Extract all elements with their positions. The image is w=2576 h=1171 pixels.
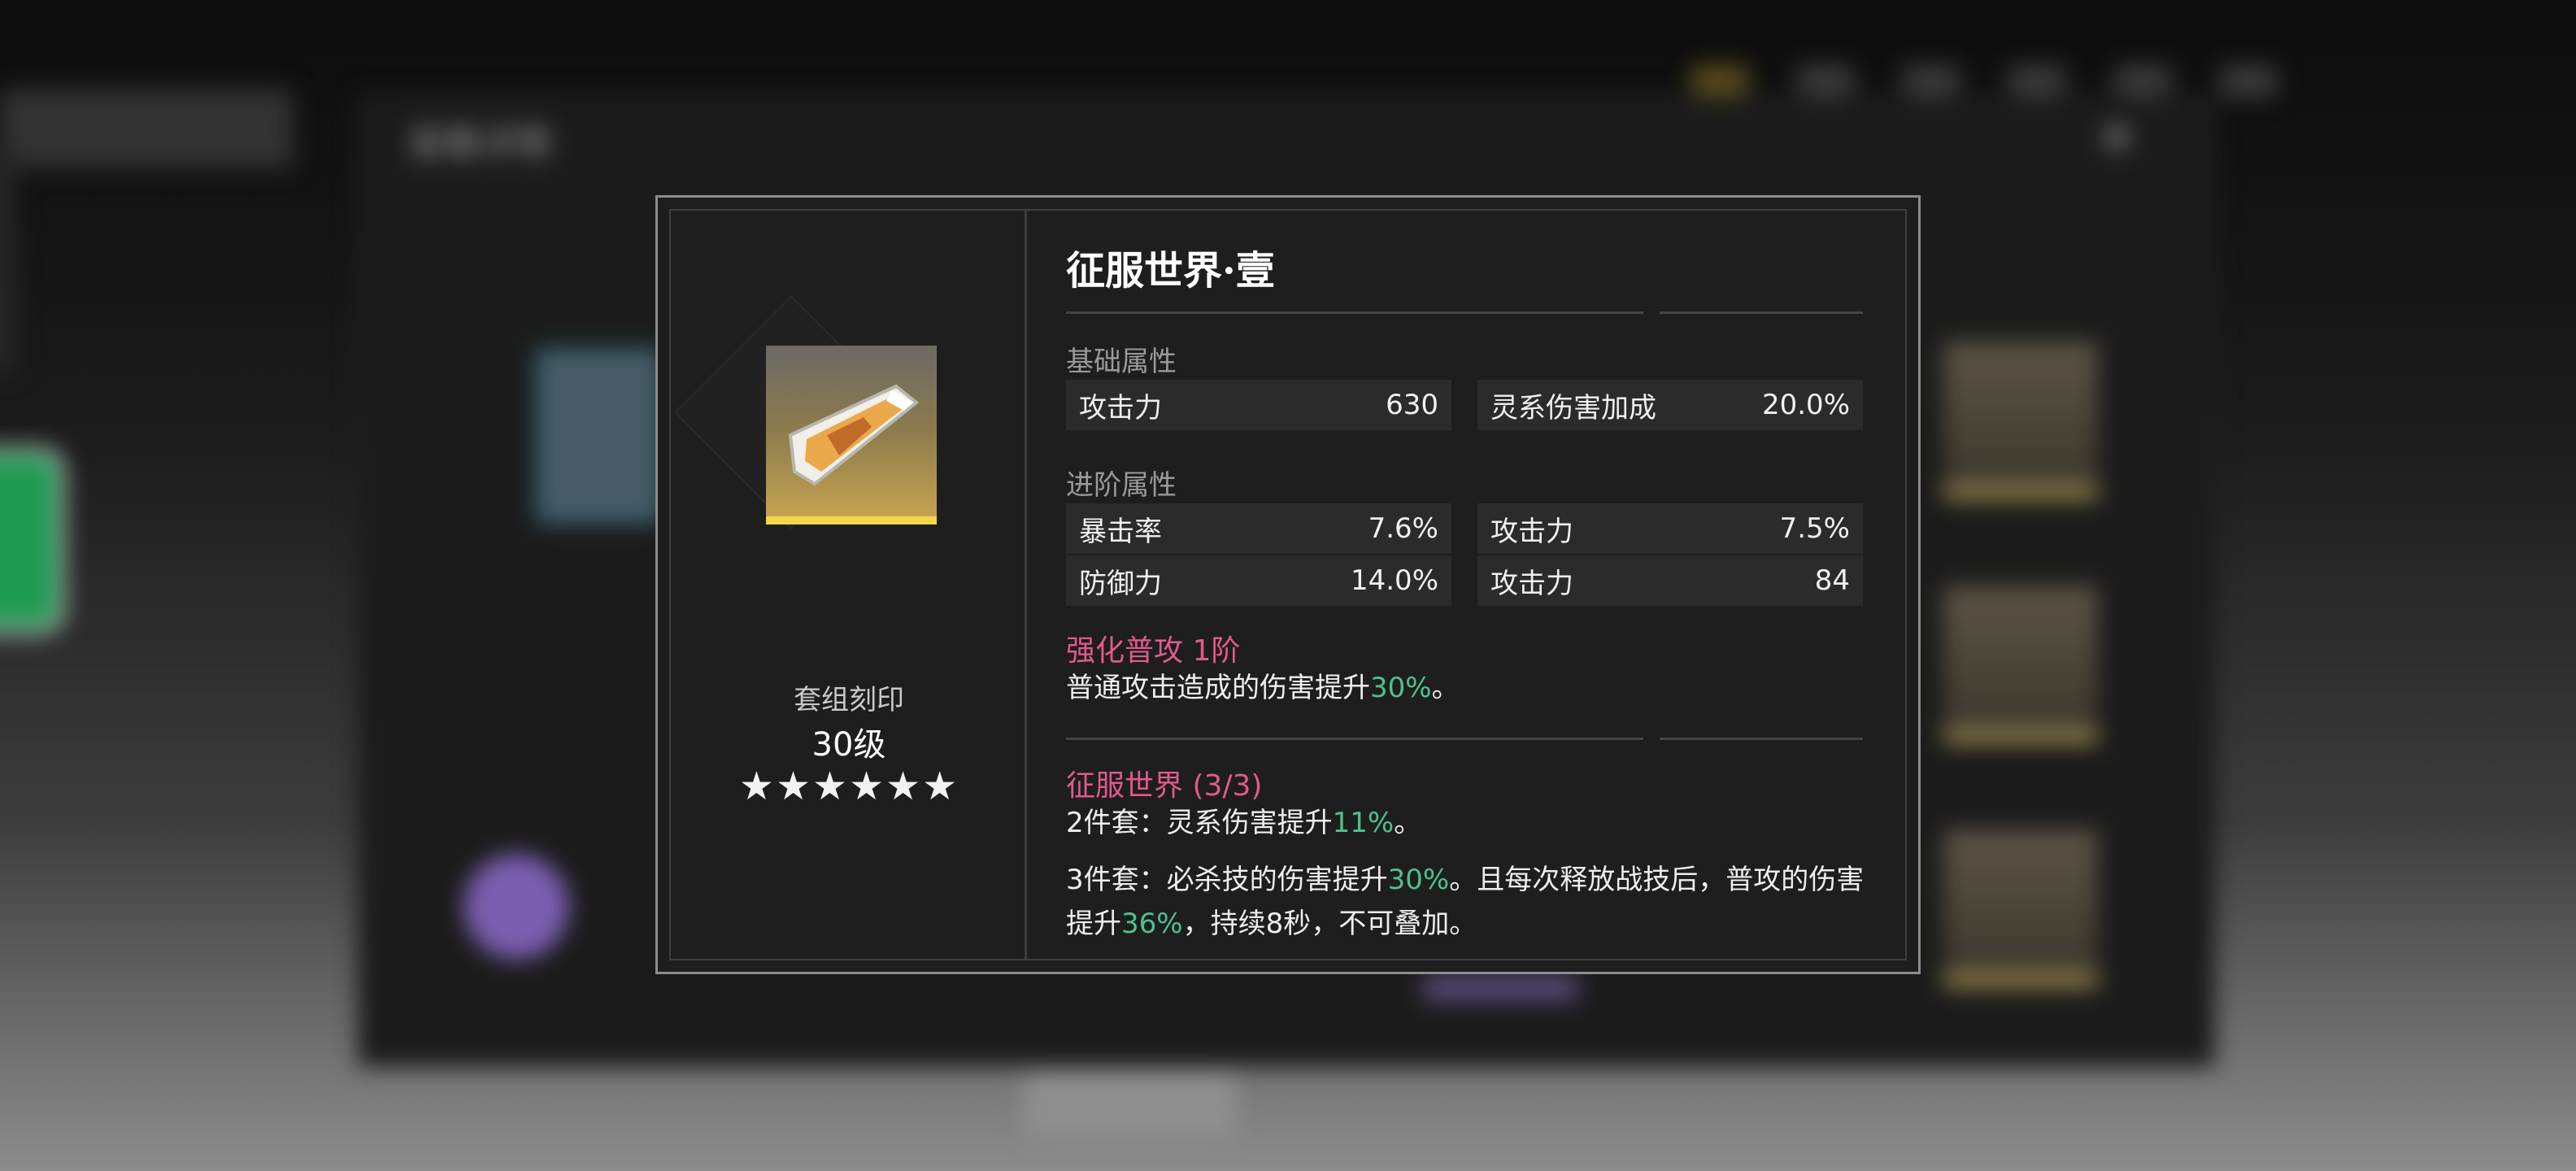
divider xyxy=(1066,738,1643,740)
background-top-item xyxy=(1797,65,1854,98)
item-detail-dialog: 套组刻印 30级 ★★★★★★ 征服世界·壹 基础属性 攻击力 630 灵系伤害… xyxy=(655,195,1921,974)
divider xyxy=(1660,311,1863,314)
stat-value: 7.6% xyxy=(1368,512,1438,545)
background-top-item xyxy=(1903,65,1960,98)
two-piece-bonus: 2件套：灵系伤害提升11%。 xyxy=(1066,801,1871,845)
stat-value: 84 xyxy=(1814,564,1850,597)
stat-name: 灵系伤害加成 xyxy=(1490,391,1656,424)
stat-row: 攻击力 84 xyxy=(1477,555,1863,606)
background-side-tab xyxy=(0,146,16,374)
stat-name: 防御力 xyxy=(1079,567,1162,600)
two-piece-value: 11% xyxy=(1332,807,1395,839)
currency-icon xyxy=(1691,65,1748,98)
set-bonus-title: 征服世界 (3/3) xyxy=(1066,769,1263,803)
enhance-title: 强化普攻 1阶 xyxy=(1066,634,1241,668)
three-piece-text: 3件套：必杀技的伤害提升 xyxy=(1066,864,1388,896)
background-bottom-button[interactable] xyxy=(1025,1073,1236,1138)
three-piece-value-1: 30% xyxy=(1387,864,1450,896)
stat-name: 攻击力 xyxy=(1490,567,1573,600)
stat-value: 14.0% xyxy=(1350,564,1438,597)
three-piece-bonus: 3件套：必杀技的伤害提升30%。且每次释放战技后，普攻的伤害提升36%，持续8秒… xyxy=(1066,858,1871,946)
stat-name: 暴击率 xyxy=(1079,515,1162,548)
stat-name: 攻击力 xyxy=(1490,515,1573,548)
divider xyxy=(1660,738,1863,740)
crystal-shard-icon xyxy=(766,346,937,525)
enhance-desc-suffix: 。 xyxy=(1431,672,1460,704)
enhance-desc-text: 普通攻击造成的伤害提升 xyxy=(1066,672,1370,704)
background-item-card[interactable] xyxy=(1943,586,2098,742)
item-title: 征服世界·壹 xyxy=(1066,248,1275,294)
star-rating: ★★★★★★ xyxy=(738,764,959,809)
two-piece-suffix: 。 xyxy=(1394,807,1422,839)
advanced-stats-label: 进阶属性 xyxy=(1066,469,1177,502)
background-item-card[interactable] xyxy=(1943,829,2098,986)
three-piece-value-2: 36% xyxy=(1121,908,1183,940)
background-item-strip xyxy=(1423,976,1577,1000)
stat-name: 攻击力 xyxy=(1079,391,1162,424)
stat-value: 20.0% xyxy=(1761,389,1850,421)
stat-row: 暴击率 7.6% xyxy=(1066,503,1451,554)
stat-row: 灵系伤害加成 20.0% xyxy=(1477,380,1863,430)
background-top-item xyxy=(2008,65,2065,98)
background-panel-title: 查看详情 xyxy=(408,123,551,164)
divider xyxy=(1066,311,1643,314)
background-top-item xyxy=(2220,65,2277,98)
base-stats-label: 基础属性 xyxy=(1066,346,1177,378)
set-name-label: 套组刻印 xyxy=(794,684,904,716)
stat-value: 630 xyxy=(1386,389,1438,421)
dialog-inner-frame: 套组刻印 30级 ★★★★★★ 征服世界·壹 基础属性 攻击力 630 灵系伤害… xyxy=(669,209,1907,960)
item-summary-column: 套组刻印 30级 ★★★★★★ xyxy=(671,211,1027,959)
item-level: 30级 xyxy=(812,726,886,764)
three-piece-suffix: ，持续8秒，不可叠加。 xyxy=(1182,908,1477,940)
stat-row: 攻击力 7.5% xyxy=(1477,503,1863,554)
chat-icon[interactable] xyxy=(0,447,65,634)
avatar xyxy=(463,854,569,960)
background-left-bar xyxy=(0,89,293,168)
stat-row: 攻击力 630 xyxy=(1066,380,1451,430)
stat-value: 7.5% xyxy=(1779,512,1850,545)
close-icon[interactable]: ✕ xyxy=(2098,112,2136,165)
stat-row: 防御力 14.0% xyxy=(1066,555,1451,606)
background-item-card[interactable] xyxy=(1943,342,2098,498)
two-piece-text: 2件套：灵系伤害提升 xyxy=(1066,807,1333,839)
character-portrait xyxy=(537,350,660,522)
background-top-item xyxy=(2114,65,2171,98)
enhance-desc-value: 30% xyxy=(1370,672,1432,704)
enhance-description: 普通攻击造成的伤害提升30%。 xyxy=(1066,666,1871,710)
